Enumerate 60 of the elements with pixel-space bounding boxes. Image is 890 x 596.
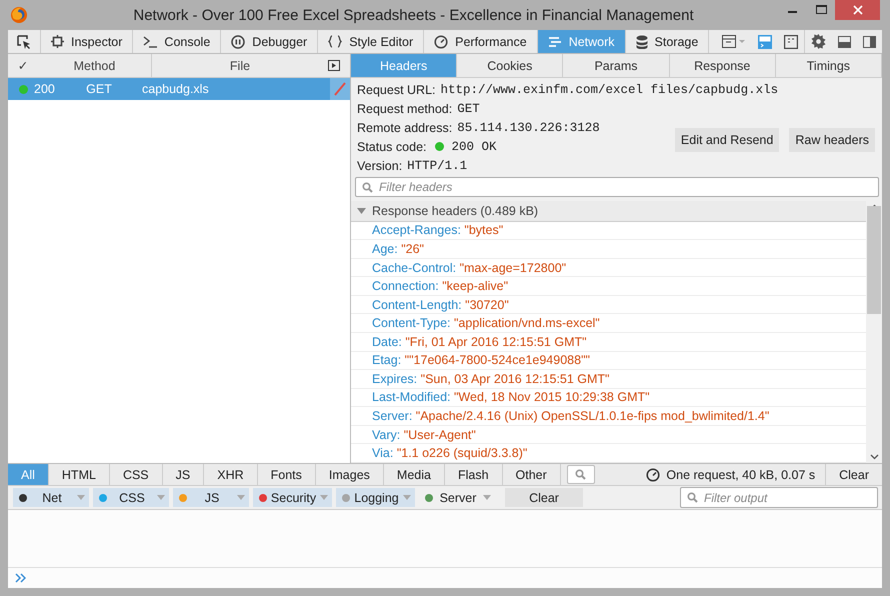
status-code: 200 [34,82,56,96]
column-header[interactable]: File [152,58,328,72]
log-filter-button[interactable]: CSS [93,488,169,507]
request-method: GET [85,82,113,96]
tool-tab[interactable]: Console [133,30,222,53]
field-label: Request method: [357,102,452,116]
action-button[interactable]: Edit and Resend [674,128,780,152]
log-filter-button[interactable]: Security [253,488,332,507]
field-value: GET [457,102,480,116]
log-filter-button[interactable]: Logging [336,488,415,507]
action-button[interactable]: Raw headers [789,128,875,152]
field-label: Status code: [357,140,426,154]
tool-tab[interactable]: Debugger [221,30,318,53]
header-entry: Date: "Fri, 01 Apr 2016 12:15:51 GMT" [351,333,866,352]
clear-button[interactable]: Clear [505,488,583,507]
field-value: 200 OK [452,140,497,154]
header-entry: Content-Type: "application/vnd.ms-excel" [351,314,866,334]
header-entry: Age: "26" [351,240,866,259]
field-label: Version: [357,158,402,172]
filter-button[interactable]: Fonts [258,464,316,485]
filter-button[interactable]: Flash [444,464,503,485]
file-name: capbudg.xls [141,82,210,96]
details-tab[interactable]: Timings [776,54,882,77]
field-value: HTTP/1.1 [407,158,468,172]
header-entry: Connection: "keep-alive" [351,277,866,296]
log-filter-button[interactable]: JS [173,488,249,507]
header-entry: Server: "Apache/2.4.16 (Unix) OpenSSL/1.0.1e-fips mod_bwlimited/1.4" [351,407,866,426]
header-entry: Last-Modified: "Wed, 18 Nov 2015 10:29:38 GMT" [351,388,866,408]
filter-button[interactable]: HTML [48,464,110,485]
filter-button[interactable]: Images [316,464,384,485]
clear-button[interactable]: Clear [826,464,882,485]
field-label: Request URL: [357,82,436,96]
header-entry: Expires: "Sun, 03 Apr 2016 12:15:51 GMT" [351,370,866,389]
header-entry: Content-Length: "30720" [351,296,866,314]
header-entry: Etag: ""17e064-7800-524ce1e949088"" [351,352,866,370]
log-filter-button[interactable]: Server [419,488,495,507]
filter-button[interactable]: Other [502,464,561,485]
field-label: Remote address: [357,120,452,134]
filter-button[interactable]: JS [162,464,204,485]
filter-button[interactable]: XHR [204,464,258,485]
details-tab[interactable]: Params [563,54,670,77]
details-tab[interactable]: Cookies [457,54,564,77]
header-entry: Accept-Ranges: "bytes" [351,222,866,240]
section-header[interactable]: Response headers (0.489 kB) [351,201,866,222]
header-entry: Cache-Control: "max-age=172800" [351,258,866,278]
field-value: http://www.exinfm.com/excel files/capbudg.xls [440,82,778,96]
tool-tab[interactable]: Inspector [41,30,134,53]
filter-button[interactable]: CSS [110,464,163,485]
field-value: 85.114.130.226:3128 [457,120,600,134]
details-tab[interactable]: Response [670,54,776,77]
log-filter-button[interactable]: Net [13,488,89,507]
filter-button[interactable]: Media [384,464,445,485]
request-summary: One request, 40 kB, 0.07 s [666,468,816,482]
header-entry: Vary: "User-Agent" [351,426,866,444]
tool-tab[interactable]: Style Editor [318,30,424,53]
tool-tab[interactable]: Storage [626,30,710,53]
column-header: ✓ [16,58,30,73]
search-field[interactable]: Filter headers [355,177,879,197]
window-title: Network - Over 100 Free Excel Spreadsheets - Excellence in Financial Management [132,6,695,24]
search-field[interactable]: Filter output [680,487,878,508]
